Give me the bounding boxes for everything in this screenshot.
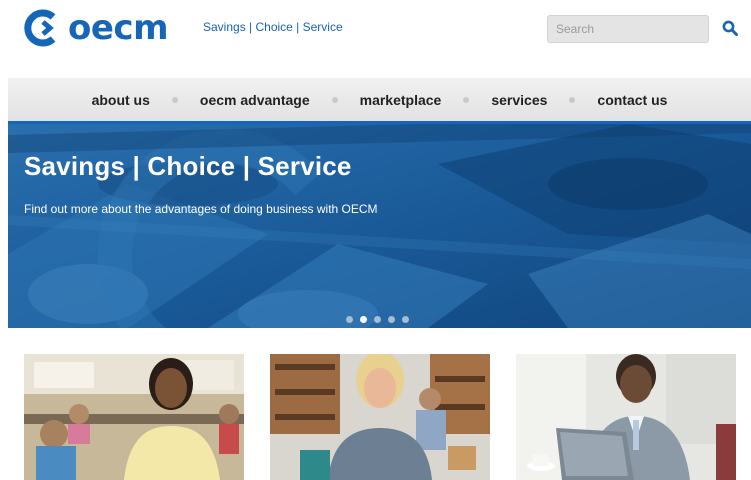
nav-separator: [569, 96, 576, 103]
nav-item-contact-us[interactable]: contact us: [583, 92, 681, 108]
hero-title: Savings | Choice | Service: [24, 151, 352, 181]
search-input[interactable]: [548, 16, 708, 42]
site-header: oecm Savings | Choice | Service: [0, 0, 751, 78]
nav-separator: [331, 96, 338, 103]
man-with-laptop-photo: [516, 354, 736, 480]
carousel-dot-1[interactable]: [346, 316, 353, 323]
search-button[interactable]: [720, 18, 740, 38]
feature-card-1[interactable]: [24, 354, 244, 480]
woman-in-classroom-photo: [24, 354, 244, 480]
hero-banner[interactable]: Savings | Choice | Service Find out more…: [8, 124, 751, 328]
main-nav: about us oecm advantage marketplace serv…: [8, 78, 751, 124]
oecm-logo[interactable]: oecm: [22, 8, 169, 48]
search-icon: [722, 20, 738, 36]
woman-in-warehouse-photo: [270, 354, 490, 480]
header-tagline: Savings | Choice | Service: [203, 20, 343, 34]
nav-separator: [463, 96, 470, 103]
carousel-dot-2[interactable]: [360, 316, 367, 323]
oecm-logo-icon: [24, 9, 56, 47]
carousel-dot-5[interactable]: [402, 316, 409, 323]
nav-item-oecm-advantage[interactable]: oecm advantage: [186, 92, 324, 108]
carousel-dot-3[interactable]: [374, 316, 381, 323]
feature-card-3[interactable]: [516, 354, 736, 480]
nav-item-services[interactable]: services: [477, 92, 561, 108]
nav-item-marketplace[interactable]: marketplace: [346, 92, 456, 108]
search-box: [547, 15, 709, 43]
nav-separator: [171, 96, 178, 103]
carousel-dot-4[interactable]: [388, 316, 395, 323]
logo-wordmark: oecm: [68, 8, 169, 48]
nav-item-about-us[interactable]: about us: [78, 92, 164, 108]
feature-card-2[interactable]: [270, 354, 490, 480]
carousel-indicators: [346, 316, 409, 323]
hero-subtitle[interactable]: Find out more about the advantages of do…: [24, 202, 378, 216]
